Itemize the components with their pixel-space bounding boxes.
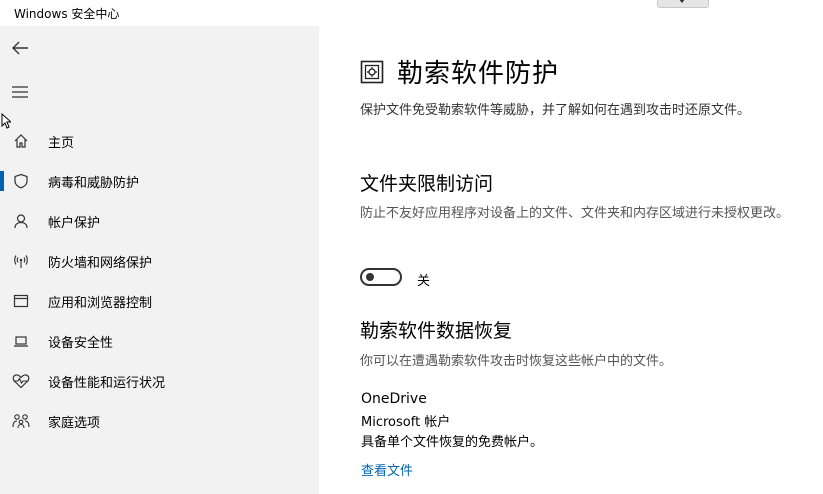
title-bar: Windows 安全中心 xyxy=(0,0,823,26)
heart-pulse-icon xyxy=(11,371,31,391)
sidebar-item-label: 帐户保护 xyxy=(48,215,101,231)
sidebar: 主页 病毒和威胁防护 帐户保护 防火墙和网络保护 应用和浏览器控制 设备安全性 … xyxy=(0,26,319,494)
back-button[interactable] xyxy=(8,36,32,60)
view-files-link[interactable]: 查看文件 xyxy=(361,460,413,479)
account-type: Microsoft 帐户 xyxy=(361,415,451,430)
account-plan: 具备单个文件恢复的免费帐户。 xyxy=(361,435,544,450)
onedrive-provider: OneDrive xyxy=(361,391,427,407)
page-description: 保护文件免受勒索软件等威胁，并了解如何在遇到攻击时还原文件。 xyxy=(360,103,751,118)
overflow-chevron-button[interactable] xyxy=(657,0,709,8)
cfa-heading: 文件夹限制访问 xyxy=(360,173,494,195)
recovery-description: 你可以在遭遇勒索软件攻击时恢复这些帐户中的文件。 xyxy=(360,354,673,369)
sidebar-item-firewall[interactable]: 防火墙和网络保护 xyxy=(0,241,319,281)
sidebar-item-account-protection[interactable]: 帐户保护 xyxy=(0,201,319,241)
sidebar-item-label: 设备安全性 xyxy=(48,335,114,351)
sidebar-item-family-options[interactable]: 家庭选项 xyxy=(0,401,319,441)
active-indicator xyxy=(0,171,4,191)
cfa-description: 防止不友好应用程序对设备上的文件、文件夹和内存区域进行未授权更改。 xyxy=(360,206,790,221)
back-arrow-icon xyxy=(12,41,28,55)
family-icon xyxy=(11,411,31,431)
sidebar-item-label: 防火墙和网络保护 xyxy=(48,255,153,271)
laptop-icon xyxy=(11,331,31,351)
app-title: Windows 安全中心 xyxy=(14,7,120,21)
sidebar-item-home[interactable]: 主页 xyxy=(0,121,319,161)
sidebar-item-label: 家庭选项 xyxy=(48,415,101,431)
sidebar-item-app-browser-control[interactable]: 应用和浏览器控制 xyxy=(0,281,319,321)
ransomware-protection-icon xyxy=(360,60,384,83)
wifi-antenna-icon xyxy=(11,251,31,271)
sidebar-item-device-performance[interactable]: 设备性能和运行状况 xyxy=(0,361,319,401)
sidebar-item-label: 设备性能和运行状况 xyxy=(48,375,166,391)
sidebar-item-device-security[interactable]: 设备安全性 xyxy=(0,321,319,361)
sidebar-item-label: 应用和浏览器控制 xyxy=(48,295,153,311)
page-title: 勒索软件防护 xyxy=(397,59,560,89)
home-icon xyxy=(11,131,31,151)
sidebar-item-label: 病毒和威胁防护 xyxy=(48,175,140,191)
sidebar-item-label: 主页 xyxy=(48,135,75,151)
shield-icon xyxy=(11,171,31,191)
recovery-heading: 勒索软件数据恢复 xyxy=(360,320,513,342)
cfa-toggle-switch[interactable] xyxy=(360,268,402,286)
page-header: 勒索软件防护 xyxy=(360,53,559,90)
app-window-icon xyxy=(11,291,31,311)
person-icon xyxy=(11,211,31,231)
main-content: 勒索软件防护 保护文件免受勒索软件等威胁，并了解如何在遇到攻击时还原文件。 文件… xyxy=(319,26,823,494)
hamburger-menu-icon xyxy=(12,86,28,98)
toggle-state-label: 关 xyxy=(417,274,431,289)
menu-button[interactable] xyxy=(8,80,32,104)
toggle-knob xyxy=(366,273,374,281)
sidebar-item-virus-protection[interactable]: 病毒和威胁防护 xyxy=(0,161,319,201)
